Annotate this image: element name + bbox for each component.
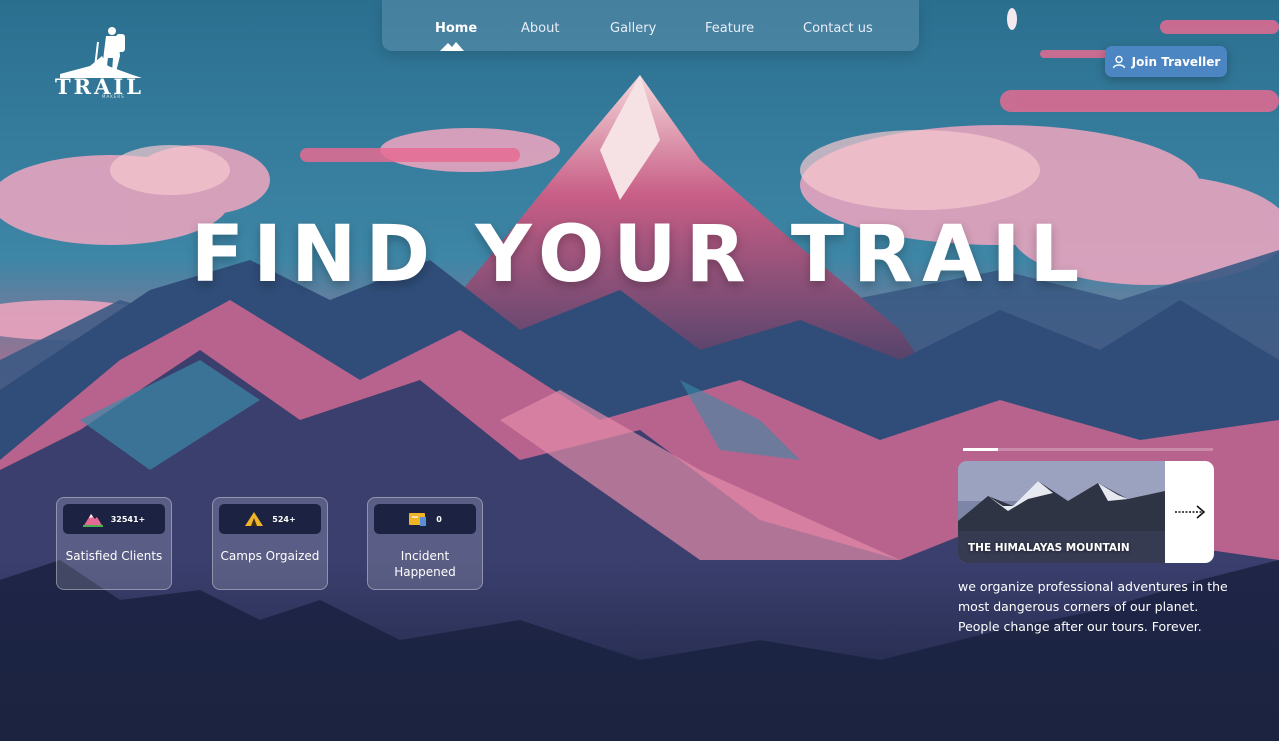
nav-contact-us[interactable]: Contact us	[803, 21, 873, 36]
nav-about[interactable]: About	[521, 21, 559, 36]
stat-value: 0	[436, 514, 442, 524]
logo-text: TRAIL	[55, 74, 144, 99]
logo-tagline: MAKERS	[102, 94, 125, 99]
join-traveller-button[interactable]: Join Traveller	[1105, 46, 1227, 77]
incident-icon	[409, 513, 427, 526]
stat-card-incidents: 0 Incident Happened	[367, 497, 483, 590]
mountain-icon	[82, 514, 103, 527]
stat-badge: 524+	[219, 504, 321, 534]
featured-description: we organize professional adventures in t…	[958, 579, 1228, 634]
tent-icon	[245, 512, 264, 526]
join-traveller-label: Join Traveller	[1131, 54, 1221, 69]
nav-feature[interactable]: Feature	[705, 21, 754, 36]
stat-card-camps: 524+ Camps Orgaized	[212, 497, 328, 590]
featured-destination-card[interactable]: THE HIMALAYAS MOUNTAIN	[958, 461, 1214, 563]
stat-badge: 0	[374, 504, 476, 534]
featured-caption: THE HIMALAYAS MOUNTAIN	[968, 542, 1130, 554]
slider-progress	[963, 448, 1213, 451]
stat-label: Incident Happened	[394, 549, 456, 579]
user-icon	[1112, 55, 1125, 68]
hero-title: FIND YOUR TRAIL	[190, 210, 1089, 300]
slider-progress-fill	[963, 448, 998, 451]
stat-badge: 32541+	[63, 504, 165, 534]
nav-gallery[interactable]: Gallery	[610, 21, 656, 36]
stat-label: Camps Orgaized	[220, 549, 320, 563]
stat-card-clients: 32541+ Satisfied Clients	[56, 497, 172, 590]
active-nav-mountain-icon	[440, 42, 464, 51]
stat-value: 32541+	[110, 514, 146, 524]
arrow-right-icon	[1174, 505, 1205, 519]
stat-value: 524+	[272, 514, 296, 524]
next-arrow-button[interactable]	[1165, 461, 1214, 563]
stat-label: Satisfied Clients	[65, 549, 163, 563]
nav-home[interactable]: Home	[435, 21, 477, 36]
